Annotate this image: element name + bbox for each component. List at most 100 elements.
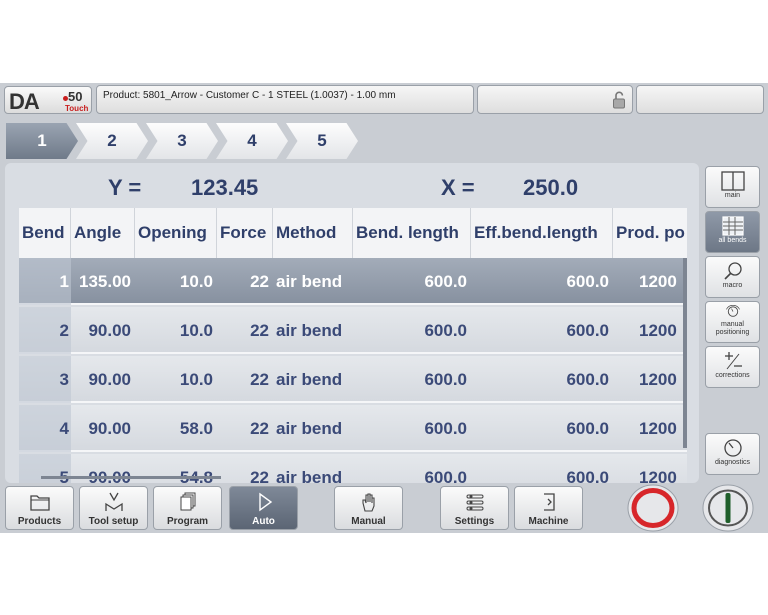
tab-1[interactable]: 1 — [6, 123, 78, 159]
settings-list-icon — [466, 494, 483, 511]
diagnostics-label: diagnostics — [714, 459, 751, 466]
header-bend[interactable]: Bend — [19, 208, 71, 258]
table-row[interactable]: 3 90.00 10.0 22 air bend 600.0 600.0 120… — [19, 356, 687, 403]
header-method[interactable]: Method — [273, 208, 353, 258]
magnifier-icon — [723, 262, 742, 280]
y-axis-label: Y = — [108, 175, 142, 200]
cell-bend-length: 600.0 — [424, 468, 467, 483]
manual-label: Manual — [351, 516, 386, 527]
dial-icon — [725, 305, 740, 317]
cell-method: air bend — [276, 370, 343, 389]
header-prod-pos[interactable]: Prod. po — [613, 208, 687, 258]
table-row[interactable]: 4 90.00 58.0 22 air bend 600.0 600.0 120… — [19, 405, 687, 452]
settings-label: Settings — [454, 516, 495, 527]
plus-minus-icon — [724, 352, 742, 370]
cell-opening: 58.0 — [179, 419, 213, 438]
cell-prod-pos: 1200 — [639, 370, 677, 389]
tab-5[interactable]: 5 — [286, 123, 358, 159]
cell-angle: 90.00 — [88, 419, 131, 438]
cell-method: air bend — [276, 321, 343, 340]
table-row[interactable]: 1 135.00 10.0 22 air bend 600.0 600.0 12… — [19, 258, 687, 305]
product-field[interactable]: Product: 5801_Arrow - Customer C - 1 STE… — [96, 85, 474, 114]
extra-field[interactable] — [636, 85, 764, 114]
header-opening[interactable]: Opening — [135, 208, 217, 258]
cell-eff-bend-length: 600.0 — [566, 468, 609, 483]
cell-method: air bend — [276, 272, 343, 291]
tab-2[interactable]: 2 — [76, 123, 148, 159]
x-axis-value: 250.0 — [523, 175, 579, 200]
cell-prod-pos: 1200 — [639, 321, 677, 340]
program-label: Program — [166, 516, 209, 527]
tab-4[interactable]: 4 — [216, 123, 288, 159]
cell-bend-length: 600.0 — [424, 272, 467, 291]
header-eff-bend-length[interactable]: Eff.bend.length — [471, 208, 613, 258]
table-grid-icon — [721, 216, 744, 236]
stacked-pages-icon — [180, 492, 195, 511]
products-label: Products — [17, 516, 62, 527]
manual-positioning-label-2: positioning — [715, 329, 750, 336]
products-button[interactable]: Products — [5, 486, 74, 530]
table-row[interactable]: 2 90.00 10.0 22 air bend 600.0 600.0 120… — [19, 307, 687, 354]
cell-opening: 10.0 — [179, 272, 213, 291]
cell-angle: 90.00 — [88, 321, 131, 340]
horizontal-scrollbar[interactable] — [41, 476, 221, 479]
play-icon — [258, 492, 272, 512]
tab-3[interactable]: 3 — [146, 123, 218, 159]
header-force[interactable]: Force — [217, 208, 273, 258]
cell-bend-length: 600.0 — [424, 321, 467, 340]
start-button[interactable] — [702, 484, 754, 532]
all-bends-button[interactable]: all bends — [705, 211, 760, 253]
auto-button[interactable]: Auto — [229, 486, 298, 530]
corrections-button[interactable]: corrections — [705, 346, 760, 388]
diagnostics-button[interactable]: diagnostics — [705, 433, 760, 475]
cell-force: 22 — [250, 419, 269, 438]
book-view-icon — [720, 171, 745, 191]
bends-table: Bend Angle Opening Force Method Bend. le… — [19, 208, 687, 483]
manual-positioning-button[interactable]: manual positioning — [705, 301, 760, 343]
control-screen: DA 50 Touch Product: 5801_Arrow - Custom… — [0, 83, 768, 533]
machine-button[interactable]: Machine — [514, 486, 583, 530]
cell-force: 22 — [250, 321, 269, 340]
macro-button[interactable]: macro — [705, 256, 760, 298]
main-label: main — [724, 192, 741, 199]
cell-eff-bend-length: 600.0 — [566, 272, 609, 291]
tool-setup-button[interactable]: Tool setup — [79, 486, 148, 530]
cell-prod-pos: 1200 — [639, 419, 677, 438]
main-view-button[interactable]: main — [705, 166, 760, 208]
x-axis-label: X = — [441, 175, 475, 200]
status-field[interactable] — [477, 85, 633, 114]
corrections-label: corrections — [715, 372, 750, 379]
cell-bend: 2 — [59, 321, 69, 340]
tool-setup-label: Tool setup — [88, 516, 139, 527]
cell-angle: 90.00 — [88, 370, 131, 389]
logo-touch: Touch — [65, 104, 89, 113]
manual-button[interactable]: Manual — [334, 486, 403, 530]
header-angle[interactable]: Angle — [71, 208, 135, 258]
vertical-scrollbar[interactable] — [683, 258, 687, 448]
header-bend-length[interactable]: Bend. length — [353, 208, 471, 258]
unlocked-padlock-icon — [613, 91, 625, 109]
cell-angle: 135.00 — [79, 272, 131, 291]
cell-force: 22 — [250, 468, 269, 483]
settings-button[interactable]: Settings — [440, 486, 509, 530]
machine-door-icon — [543, 493, 555, 511]
macro-label: macro — [722, 282, 743, 289]
auto-label: Auto — [252, 516, 275, 527]
gauge-icon — [723, 439, 742, 457]
cell-eff-bend-length: 600.0 — [566, 419, 609, 438]
cell-method: air bend — [276, 419, 343, 438]
cell-opening: 10.0 — [179, 370, 213, 389]
stop-button[interactable] — [627, 484, 679, 532]
hand-icon — [361, 493, 375, 512]
y-axis-value: 123.45 — [191, 175, 259, 200]
all-bends-panel: Y = 123.45 X = 250.0 Bend Angle Opening … — [5, 163, 699, 483]
cell-bend: 3 — [59, 370, 69, 389]
manual-positioning-label-1: manual — [721, 321, 744, 328]
folder-icon — [29, 495, 50, 511]
da50-logo: DA 50 Touch — [4, 86, 92, 114]
cell-prod-pos: 1200 — [639, 468, 677, 483]
logo-brand: DA — [9, 89, 40, 114]
program-button[interactable]: Program — [153, 486, 222, 530]
cell-eff-bend-length: 600.0 — [566, 321, 609, 340]
logo-model: 50 — [68, 89, 83, 104]
